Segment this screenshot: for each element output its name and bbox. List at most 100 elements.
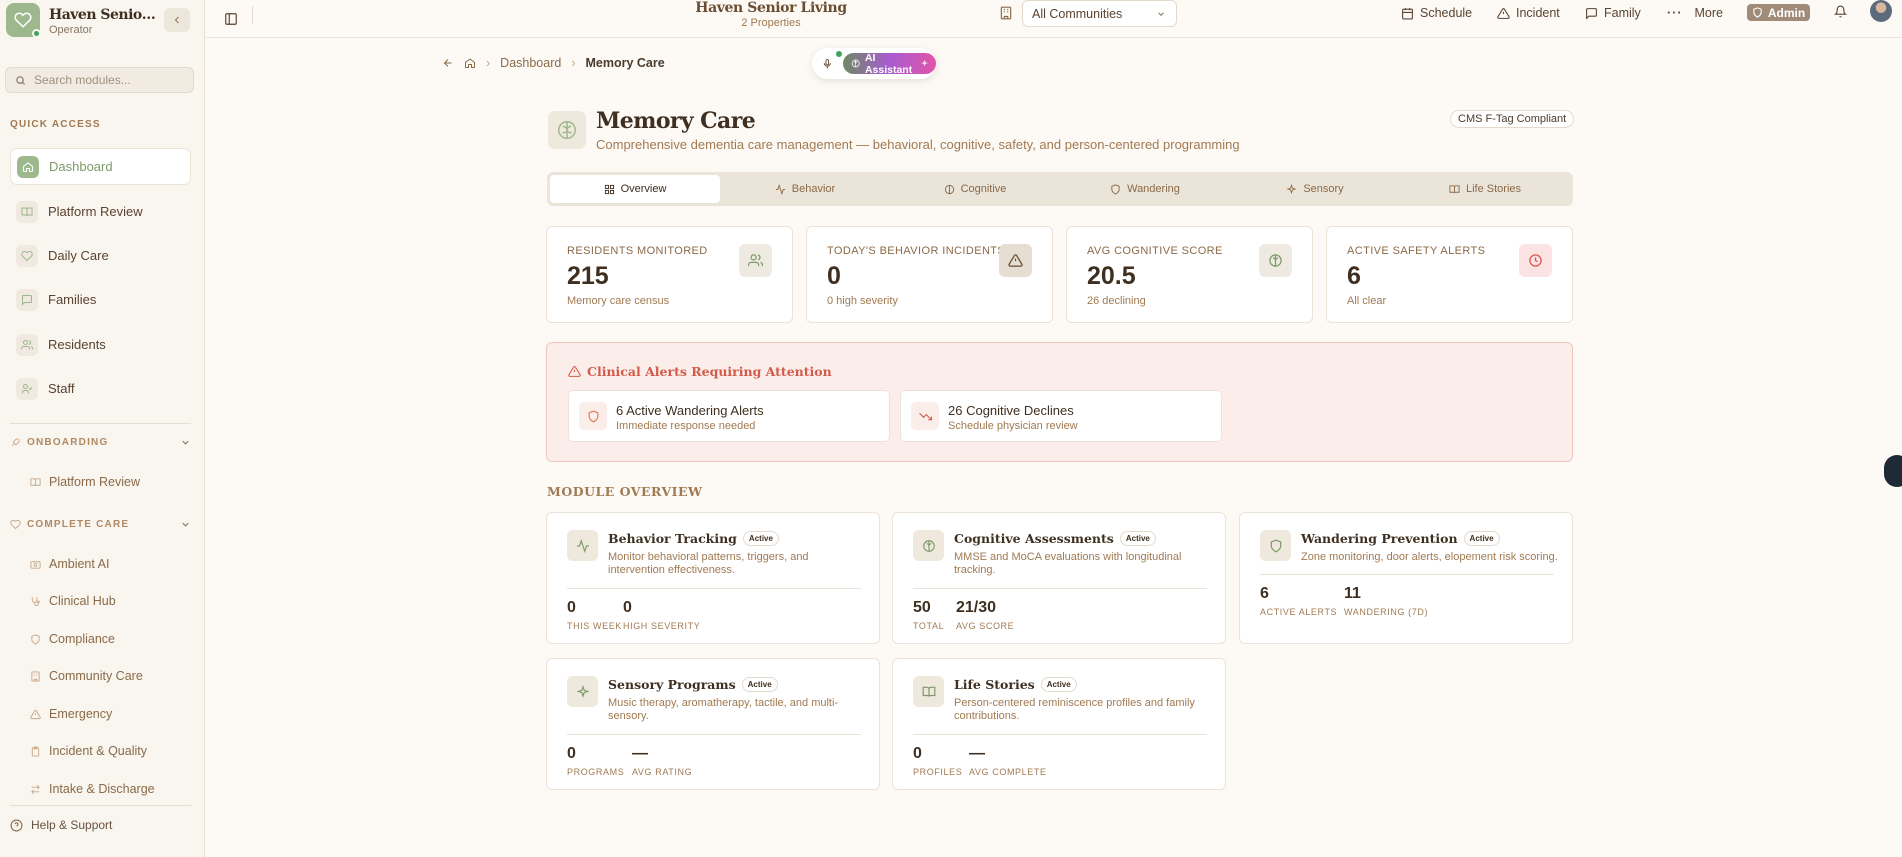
sidebar-item-dashboard[interactable]: Dashboard — [10, 148, 191, 185]
sidebar-item-residents[interactable]: Residents — [10, 326, 191, 363]
warning-icon — [568, 366, 581, 377]
group-onboarding[interactable]: ONBOARDING — [10, 432, 191, 452]
book-icon — [1449, 184, 1460, 193]
back-arrow-icon[interactable] — [442, 57, 454, 69]
sidebar-item-emergency[interactable]: Emergency — [30, 701, 190, 727]
incident-button[interactable]: Incident — [1497, 0, 1560, 26]
tab-life-stories[interactable]: Life Stories — [1400, 175, 1570, 203]
help-support-link[interactable]: Help & Support — [10, 818, 112, 832]
tab-label: Overview — [620, 183, 667, 195]
sparkle-icon: ✦ — [921, 59, 928, 68]
mic-status-dot — [836, 51, 842, 57]
module-stat-label: WANDERING (7D) — [1344, 607, 1429, 617]
collapse-sidebar-button[interactable] — [164, 8, 190, 32]
users-icon — [16, 333, 38, 356]
ai-assistant-widget: AI Assistant ✦ — [812, 48, 936, 79]
more-button[interactable]: ··· More — [1667, 0, 1723, 26]
schedule-button[interactable]: Schedule — [1401, 0, 1472, 26]
module-description: Person-centered reminiscence profiles an… — [954, 697, 1195, 722]
page-description: Comprehensive dementia care management —… — [596, 137, 1240, 152]
accessibility-widget-button[interactable] — [1884, 455, 1902, 487]
tab-cognitive[interactable]: Cognitive — [890, 175, 1060, 203]
status-badge: Active — [741, 677, 778, 692]
module-description: Music therapy, aromatherapy, tactile, an… — [608, 697, 839, 722]
chevron-down-icon — [1158, 12, 1164, 16]
more-dots-icon: ··· — [1667, 6, 1683, 20]
module-stat-value: — — [969, 745, 985, 762]
brain-icon — [1259, 244, 1292, 277]
home-icon[interactable] — [464, 57, 476, 69]
breadcrumb-dashboard[interactable]: Dashboard — [500, 56, 561, 70]
sidebar-item-label: Intake & Discharge — [49, 782, 155, 796]
tab-wandering[interactable]: Wandering — [1060, 175, 1230, 203]
alert-card-wandering[interactable]: 6 Active Wandering Alerts Immediate resp… — [568, 390, 890, 442]
microphone-icon[interactable] — [822, 58, 833, 70]
search-input[interactable]: Search modules... — [5, 67, 194, 93]
sidebar-item-daily-care[interactable]: Daily Care — [10, 237, 191, 274]
sidebar-item-label: Ambient AI — [49, 557, 110, 571]
sidebar-item-onboarding-platform-review[interactable]: Platform Review — [30, 469, 190, 495]
module-card-life-stories[interactable]: Life Stories Active Person-centered remi… — [892, 658, 1226, 790]
book-icon — [16, 200, 38, 223]
sidebar-item-clinical-hub[interactable]: Clinical Hub — [30, 588, 190, 614]
chevron-down-icon — [182, 440, 189, 445]
building-icon — [1000, 6, 1012, 20]
rocket-icon — [11, 437, 20, 446]
group-label: ONBOARDING — [27, 436, 109, 448]
tab-behavior[interactable]: Behavior — [720, 175, 890, 203]
breadcrumb: › Dashboard › Memory Care — [442, 56, 665, 70]
ai-assistant-button[interactable]: AI Assistant ✦ — [842, 51, 936, 76]
module-stat-label: AVG COMPLETE — [969, 767, 1047, 777]
module-stat-label: THIS WEEK — [567, 621, 622, 631]
module-title: Life Stories Active — [954, 677, 1077, 692]
sidebar-item-families[interactable]: Families — [10, 281, 191, 318]
community-select[interactable]: All Communities — [1022, 0, 1177, 27]
stat-sub: 26 declining — [1087, 295, 1146, 307]
tab-overview[interactable]: Overview — [550, 175, 720, 203]
community-select-value: All Communities — [1032, 6, 1123, 21]
divider — [10, 423, 191, 424]
brand-name: Haven Senior Living — [49, 7, 159, 23]
tab-label: Life Stories — [1465, 183, 1522, 195]
notifications-button[interactable] — [1833, 5, 1848, 21]
shield-icon — [31, 633, 40, 645]
stat-label: AVG COGNITIVE SCORE — [1087, 245, 1223, 257]
module-card-cognitive-assessments[interactable]: Cognitive Assessments Active MMSE and Mo… — [892, 512, 1226, 644]
module-stat-value: — — [632, 745, 648, 762]
avatar[interactable] — [1870, 0, 1892, 22]
sidebar-item-community-care[interactable]: Community Care — [30, 663, 190, 689]
sidebar-item-incident-quality[interactable]: Incident & Quality — [30, 738, 190, 764]
module-title-text: Cognitive Assessments — [954, 531, 1114, 546]
divider — [567, 588, 861, 589]
toggle-sidebar-button[interactable] — [220, 8, 242, 30]
sidebar-item-ambient-ai[interactable]: Ambient AI — [30, 551, 190, 577]
ai-assistant-label: AI Assistant — [864, 51, 913, 76]
page-title: Memory Care — [596, 108, 756, 134]
admin-label: Admin — [1767, 5, 1806, 20]
module-stat-label: AVG SCORE — [956, 621, 1015, 631]
property-title: Haven Senior Living — [695, 0, 847, 16]
module-card-wandering-prevention[interactable]: Wandering Prevention Active Zone monitor… — [1239, 512, 1573, 644]
sidebar-item-label: Families — [48, 292, 97, 307]
shield-icon — [579, 402, 607, 430]
module-card-behavior-tracking[interactable]: Behavior Tracking Active Monitor behavio… — [546, 512, 880, 644]
property-header: Haven Senior Living 2 Properties — [676, 0, 866, 29]
module-card-sensory-programs[interactable]: Sensory Programs Active Music therapy, a… — [546, 658, 880, 790]
sidebar-item-intake-discharge[interactable]: Intake & Discharge — [30, 776, 190, 802]
alert-sub: Immediate response needed — [616, 420, 756, 432]
family-button[interactable]: Family — [1585, 0, 1641, 26]
grid-icon — [604, 184, 614, 194]
alert-card-cognitive-declines[interactable]: 26 Cognitive Declines Schedule physician… — [900, 390, 1222, 442]
group-complete-care[interactable]: COMPLETE CARE — [10, 514, 191, 534]
message-icon — [1586, 7, 1597, 20]
admin-badge[interactable]: Admin — [1747, 4, 1810, 21]
building-icon — [31, 670, 40, 682]
sidebar-item-compliance[interactable]: Compliance — [30, 626, 190, 652]
sidebar-item-staff[interactable]: Staff — [10, 370, 191, 407]
divider — [913, 588, 1207, 589]
sidebar-item-platform-review[interactable]: Platform Review — [10, 193, 191, 230]
status-badge: Active — [1463, 531, 1500, 546]
clinical-alerts-panel: Clinical Alerts Requiring Attention 6 Ac… — [546, 342, 1573, 462]
divider — [252, 6, 253, 24]
tab-sensory[interactable]: Sensory — [1230, 175, 1400, 203]
